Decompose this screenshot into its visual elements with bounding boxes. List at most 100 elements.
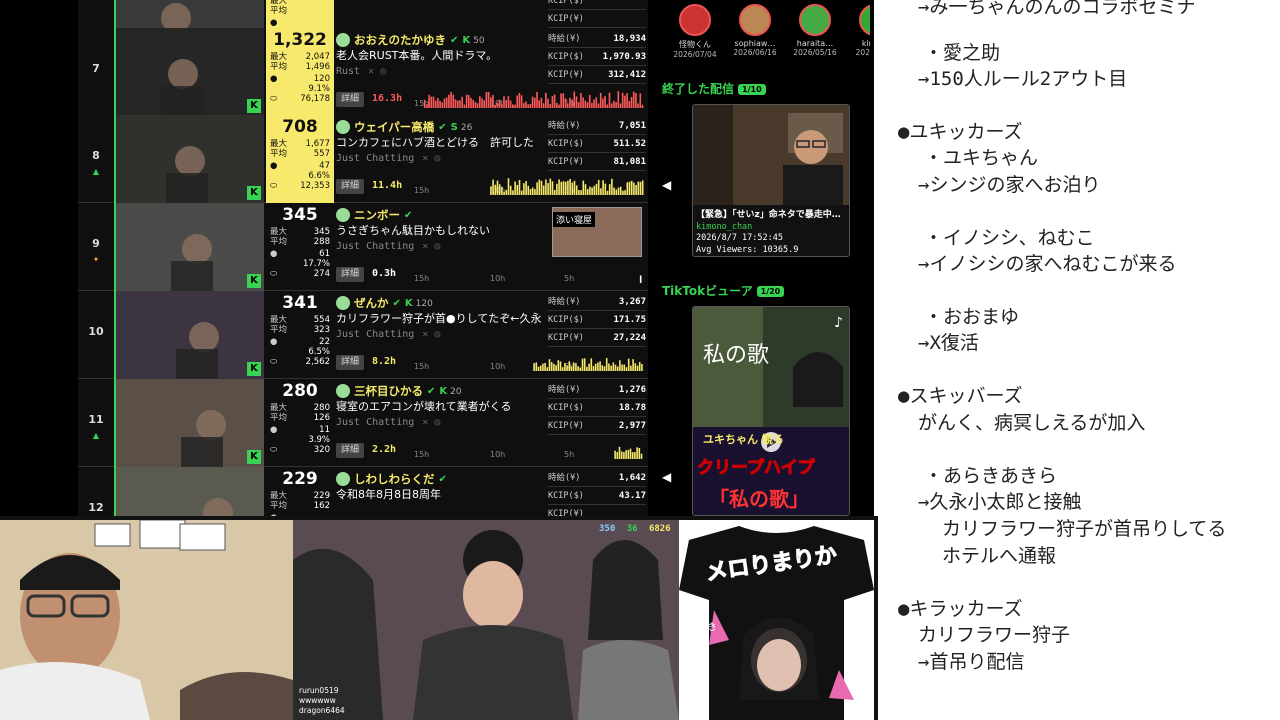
stream-thumbnail[interactable]: K — [114, 115, 264, 203]
viewer-stats: 1,322 最大 2,047 平均 1,496 ● 120 9.1% ⬭ 76,178 — [266, 28, 334, 116]
chat-count: ● 47 — [270, 161, 330, 171]
ended-streams-header: 終了した配信 1/10 — [662, 80, 766, 97]
rank-number: 11 — [88, 413, 104, 426]
viewer-sparkline: 15h10h5h — [414, 265, 644, 285]
earnings-metrics: 時給(¥) 3,267 KCIP($) 171.75 KCIP(¥) 27,224 — [548, 293, 646, 347]
stream-thumbnail[interactable]: K — [114, 291, 264, 379]
stream-timeline: 詳細 16.3h 15h10h5h — [336, 90, 646, 110]
stream-thumbnail[interactable]: K — [114, 203, 264, 291]
note-line: →150人ルール2アウト目 — [918, 68, 1128, 90]
recent-streamers: 怪物くん 2026/07/04 sophiaw… 2026/06/16 haraita…… — [672, 4, 870, 59]
ended-page-badge: 1/10 — [738, 84, 766, 95]
viewer-sparkline: 15h10h5h — [414, 177, 644, 197]
streamer-username: haraita… — [796, 39, 834, 48]
stream-thumbnail[interactable]: K — [114, 379, 264, 467]
prev-arrow-icon[interactable]: ◀ — [662, 178, 671, 192]
verified-icon: ✔ — [427, 385, 436, 397]
chat-count: ● — [270, 18, 278, 28]
overlay-stats: 350 36 6826 — [599, 524, 671, 534]
ranking-row[interactable]: 12K229最大229平均162●⬭しわしわらくだ✔令和8年8月8日8周年時給(… — [78, 467, 648, 516]
avatar — [336, 472, 350, 486]
rank-change-icon: ▲ — [92, 431, 100, 440]
ranking-row[interactable]: 8 ▲ K 708 最大 1,677 平均 557 ● 47 6.6% ⬭ 12,353 ウェイパー高橋 ✔… — [78, 115, 648, 203]
chat-count: ● 22 — [270, 337, 330, 347]
total-count: ⬭ 274 — [270, 269, 330, 279]
stream-title: 寝室のエアコンが壊れて業者がくる — [336, 400, 512, 413]
stream-category: Just Chatting ✕ ◎ — [336, 241, 441, 252]
streamer-name[interactable]: 三杯目ひかる ✔ K 20 — [336, 383, 548, 399]
detail-button[interactable]: 詳細 — [336, 92, 364, 107]
recent-streamer-avatar[interactable]: 怪物くん 2026/07/04 — [672, 4, 718, 59]
avg-viewers: 平均 288 — [270, 237, 330, 247]
recent-streamer-avatar[interactable]: sophiaw… 2026/06/16 — [732, 4, 778, 59]
avatar — [859, 4, 870, 36]
ranking-row[interactable]: 11 ▲ K 280 最大 280 平均 126 ● 11 3.9% ⬭ 320 三杯目ひかる ✔ K 20 寝室… — [78, 379, 648, 467]
rank-badge: K 50 — [462, 34, 485, 46]
tiktok-video-card[interactable]: 私の歌 ユキちゃん 観る クリープハイプ 「私の歌」 ♪ — [692, 306, 850, 516]
stream-info: ぜんか ✔ K 120 カリフラワー狩子が首●りしてたぞ←久永 Just Chatting… — [336, 295, 548, 343]
recent-streamer-avatar[interactable]: kinjs…2026/06… — [852, 4, 870, 59]
viewer-count: 345 — [282, 205, 318, 225]
streamer-name[interactable]: ぜんか ✔ K 120 — [336, 295, 548, 311]
stream-info: ✔ — [336, 0, 548, 24]
streamer-username: sophiaw… — [734, 39, 776, 48]
streamer-name[interactable]: しわしわらくだ ✔ — [336, 471, 548, 487]
streamer-date: 2026/06… — [855, 48, 870, 57]
viewer-sparkline: 15h10h5h — [414, 441, 644, 461]
rank-badge: K 120 — [404, 297, 433, 309]
streamer-name[interactable]: おおえのたかゆき ✔ K 50 — [336, 32, 548, 48]
max-viewers: 最大 1,677 — [270, 139, 330, 149]
stream-category — [336, 503, 548, 516]
viewer-stats: 229最大229平均162●⬭ — [266, 467, 334, 516]
viewer-stats: 345 最大 345 平均 288 ● 61 17.7% ⬭ 274 — [266, 203, 334, 291]
detail-button[interactable]: 詳細 — [336, 179, 364, 194]
streamer-name[interactable]: ウェイパー高橋 ✔ S 26 — [336, 119, 548, 135]
camera-feeds: 350 36 6826 rurun0519 wwwwww dragon6464 … — [0, 516, 878, 720]
total-count: ⬭ 76,178 — [270, 94, 330, 104]
note-line: ・イノシシ、ねむこ — [924, 227, 1095, 249]
camera-feed-right: メロりまりか 好き — [679, 520, 874, 720]
stream-duration: 2.2h — [372, 444, 397, 455]
stream-thumbnail[interactable]: K — [114, 467, 264, 516]
chat-count: ● 61 — [270, 249, 330, 259]
stream-ranking-list: K最大平均●6.4%⬭2,435✔時給(¥)KCIP($)KCIP(¥)詳細1.… — [78, 0, 648, 516]
earnings-metrics: 時給(¥) 18,934 KCIP($) 1,970.93 KCIP(¥) 312,412 — [548, 30, 646, 84]
detail-button[interactable]: 詳細 — [336, 355, 364, 370]
streamer-name[interactable]: ニンボー ✔ — [336, 207, 548, 223]
prev-arrow-icon[interactable]: ◀ — [662, 470, 671, 484]
chat-rate: 3.9% — [308, 435, 330, 445]
ranking-row[interactable]: 10 K 341 最大 554 平均 323 ● 22 6.5% ⬭ 2,562 ぜんか ✔ K 120 カリフ… — [78, 291, 648, 379]
ended-stream-card[interactable]: 【緊急】「せいz」命ネタで暴走中… kimono_chan 2026/8/7 1… — [692, 104, 850, 257]
avatar — [799, 4, 831, 36]
ranking-row[interactable]: 9 ✦ K 345 最大 345 平均 288 ● 61 17.7% ⬭ 274 ニンボー ✔ うさぎちゃん駄… — [78, 203, 648, 291]
note-line: ホテルへ通報 — [942, 545, 1057, 567]
stream-info: しわしわらくだ ✔ 令和8年8月8日8周年 — [336, 471, 548, 516]
rank-number: 10 — [88, 325, 104, 338]
detail-button[interactable]: 詳細 — [336, 267, 364, 282]
recent-streamer-avatar[interactable]: haraita… 2026/05/16 — [792, 4, 838, 59]
stream-info: ウェイパー高橋 ✔ S 26 コンカフェにハブ酒とどける 許可した Just Chatti… — [336, 119, 548, 167]
ranking-row[interactable]: 7 K 1,322 最大 2,047 平均 1,496 ● 120 9.1% ⬭ 76,178 おおえの… — [78, 28, 648, 116]
chat-rate: 17.7% — [302, 259, 330, 269]
camera-feed-left — [0, 520, 293, 720]
chat-rate: 6.6% — [308, 171, 330, 181]
max-viewers: 最大 2,047 — [270, 52, 330, 62]
note-line: カリフラワー狩子 — [918, 624, 1071, 646]
tiktok-caption-1: 私の歌 — [703, 343, 770, 368]
detail-button[interactable]: 詳細 — [336, 443, 364, 458]
preview-clip[interactable]: 添い寝屋 — [552, 207, 642, 257]
note-line: ・愛之助 — [924, 42, 1001, 64]
note-line: ●スキッバーズ — [898, 385, 1023, 407]
stream-timeline: 詳細 11.4h 15h10h5h — [336, 177, 646, 197]
note-line: ●キラッカーズ — [898, 598, 1023, 620]
note-line: →シンジの家へお泊り — [918, 174, 1101, 196]
verified-icon: ✔ — [404, 209, 413, 221]
tiktok-viewer-header: TikTokビューア 1/20 — [662, 282, 785, 299]
stream-duration: 16.3h — [372, 93, 403, 104]
streamer-username: kinjs… — [861, 39, 870, 48]
ended-stream-user[interactable]: kimono_chan — [693, 222, 849, 232]
stream-thumbnail[interactable]: K — [114, 28, 264, 116]
note-line: →イノシシの家へねむこが来る — [918, 253, 1177, 275]
avatar — [739, 4, 771, 36]
total-count: ⬭ 320 — [270, 445, 330, 455]
